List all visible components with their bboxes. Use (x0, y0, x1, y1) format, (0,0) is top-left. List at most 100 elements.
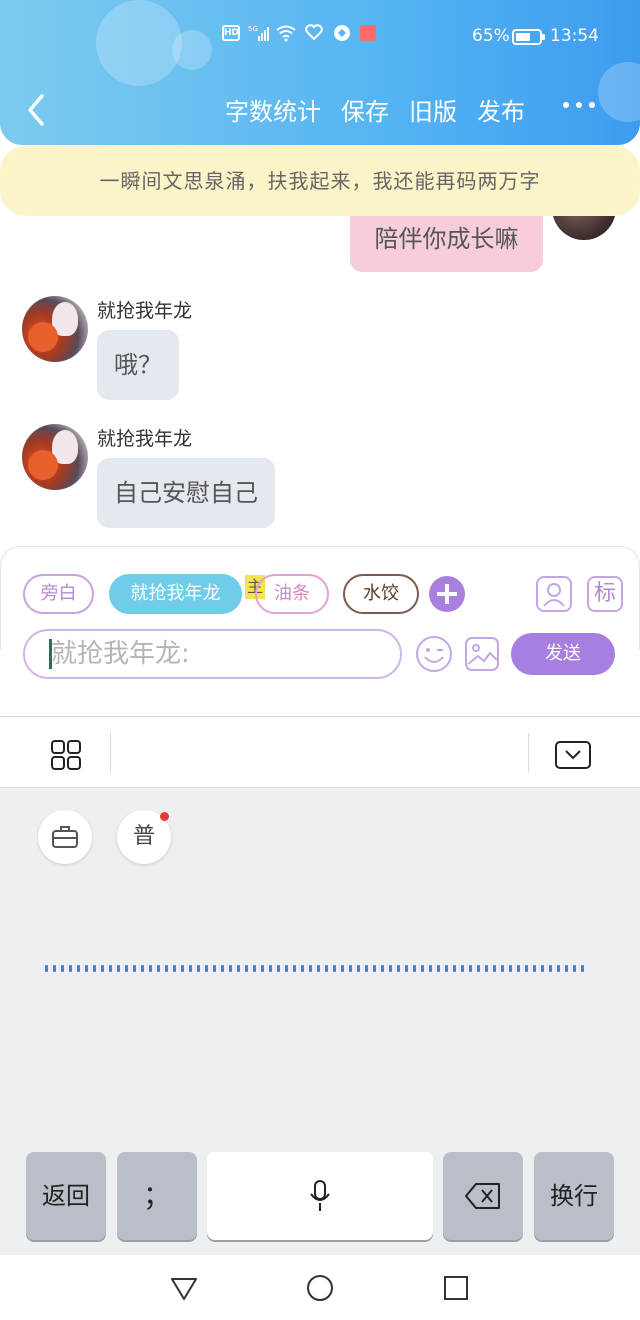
wave-dot (213, 965, 216, 972)
publish-button[interactable]: 发布 (477, 92, 525, 127)
key-semicolon[interactable]: ； (117, 1152, 197, 1240)
nav-home-button[interactable] (306, 1274, 334, 1302)
wave-dot (333, 965, 336, 972)
chip-character-youtiao[interactable]: 油条 (255, 574, 329, 614)
wave-dot (101, 965, 104, 972)
book-icon (360, 25, 376, 41)
back-button[interactable] (22, 92, 52, 128)
wave-dot (501, 965, 504, 972)
key-backspace[interactable] (443, 1152, 523, 1240)
wave-dot (117, 965, 120, 972)
wave-dot (517, 965, 520, 972)
key-back[interactable]: 返回 (26, 1152, 106, 1240)
nav-back-button[interactable] (170, 1274, 198, 1302)
square-recents-icon (444, 1276, 468, 1300)
wave-dot (269, 965, 272, 972)
signal-5g-icon: 5G (248, 24, 269, 42)
send-button[interactable]: 发送 (511, 633, 615, 675)
divider (110, 733, 111, 773)
mandarin-mode-button[interactable]: 普 (117, 810, 171, 864)
wave-dot (309, 965, 312, 972)
wave-dot (429, 965, 432, 972)
key-voice-input[interactable] (207, 1152, 433, 1240)
wave-dot (165, 965, 168, 972)
wave-dot (221, 965, 224, 972)
battery-percent: 65% (472, 26, 510, 46)
wave-dot (45, 965, 48, 972)
save-button[interactable]: 保存 (341, 92, 389, 127)
emoji-icon[interactable] (415, 635, 453, 673)
collapse-keyboard-icon[interactable] (555, 741, 591, 769)
message-input[interactable]: 就抢我年龙: (23, 629, 402, 679)
wave-dot (253, 965, 256, 972)
system-navigation-bar (0, 1256, 640, 1320)
wave-dot (53, 965, 56, 972)
character-avatar[interactable] (22, 424, 88, 490)
status-icons: HD 5G (222, 24, 376, 42)
old-version-button[interactable]: 旧版 (409, 92, 457, 127)
wave-dot (229, 965, 232, 972)
wave-dot (77, 965, 80, 972)
wave-dot (381, 965, 384, 972)
wave-dot (525, 965, 528, 972)
wave-dot (341, 965, 344, 972)
wave-dot (125, 965, 128, 972)
wave-dot (413, 965, 416, 972)
nav-actions: 字数统计 保存 旧版 发布 (225, 92, 525, 127)
wave-dot (173, 965, 176, 972)
character-avatar[interactable] (22, 296, 88, 362)
mandarin-label: 普 (132, 824, 155, 849)
tag-button[interactable]: 标 (587, 576, 623, 612)
dot (589, 102, 595, 108)
chip-character-dumpling[interactable]: 水饺 (343, 574, 419, 614)
wave-dot (389, 965, 392, 972)
character-name: 就抢我年龙 (97, 300, 193, 322)
microphone-icon (310, 1180, 330, 1211)
chip-character-active[interactable]: 就抢我年龙 (109, 574, 242, 614)
wave-dot (61, 965, 64, 972)
wave-dot (181, 965, 184, 972)
wave-dot (397, 965, 400, 972)
toolbox-button[interactable] (38, 810, 92, 864)
wave-dot (69, 965, 72, 972)
health-icon (304, 24, 324, 42)
more-options-button[interactable] (563, 102, 595, 108)
word-count-button[interactable]: 字数统计 (225, 92, 321, 127)
wave-dot (157, 965, 160, 972)
wave-dot (237, 965, 240, 972)
add-character-button[interactable] (429, 576, 465, 612)
wave-dot (533, 965, 536, 972)
triangle-back-icon (171, 1278, 197, 1300)
wave-dot (509, 965, 512, 972)
chip-narration[interactable]: 旁白 (23, 574, 94, 614)
circle-home-icon (307, 1275, 333, 1301)
chat-area[interactable]: 陪伴你成长嘛 就抢我年龙 哦？ 就抢我年龙 自己安慰自己 (0, 216, 640, 546)
key-newline[interactable]: 换行 (534, 1152, 614, 1240)
message-bubble[interactable]: 自己安慰自己 (97, 458, 275, 528)
wave-dot (421, 965, 424, 972)
nav-bar: 字数统计 保存 旧版 发布 (0, 88, 640, 134)
wave-dot (573, 965, 576, 972)
input-placeholder: 就抢我年龙: (51, 639, 190, 669)
wave-dot (365, 965, 368, 972)
wave-dot (285, 965, 288, 972)
text-cursor (49, 639, 52, 669)
wave-dot (437, 965, 440, 972)
message-bubble[interactable]: 哦？ (97, 330, 179, 400)
wave-dot (541, 965, 544, 972)
my-avatar[interactable] (552, 216, 616, 240)
wave-dot (357, 965, 360, 972)
my-message-bubble[interactable]: 陪伴你成长嘛 (350, 216, 543, 272)
composer-panel: 旁白 就抢我年龙 主 油条 水饺 标 就抢我年龙: 发送 (0, 546, 640, 679)
divider (528, 733, 529, 773)
image-icon[interactable] (464, 636, 500, 672)
person-card-icon[interactable] (536, 576, 572, 612)
nav-recents-button[interactable] (442, 1274, 470, 1302)
wave-dot (85, 965, 88, 972)
wave-dot (445, 965, 448, 972)
clock: 13:54 (550, 26, 599, 46)
wave-dot (469, 965, 472, 972)
grid-menu-icon[interactable] (51, 740, 81, 770)
wave-dot (373, 965, 376, 972)
wave-dot (277, 965, 280, 972)
